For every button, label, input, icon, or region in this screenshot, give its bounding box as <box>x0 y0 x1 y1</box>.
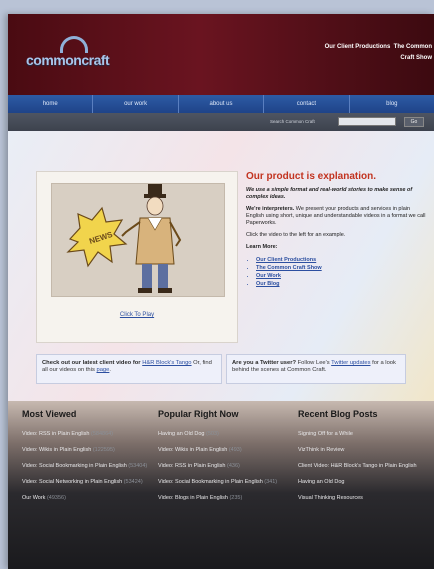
interpreters-lead: We're interpreters. <box>246 206 295 212</box>
search-go-button[interactable]: Go <box>404 117 424 127</box>
client-video-link[interactable]: H&R Block's Tango <box>142 360 191 366</box>
site-footer: Most Viewed Video: RSS in Plain English … <box>8 401 434 569</box>
item-label[interactable]: Video: Social Bookmarking in Plain Engli… <box>158 479 263 485</box>
item-label[interactable]: Our Work <box>22 495 45 501</box>
video-player[interactable]: NEWS Click To Play <box>36 171 238 343</box>
nav-item-contact[interactable]: contact <box>264 95 350 113</box>
nav-item-blog[interactable]: blog <box>350 95 434 113</box>
interpreters-paragraph: We're interpreters. We present your prod… <box>246 206 426 227</box>
main-nav: home our work about us contact blog <box>8 95 434 113</box>
presenter-figure-icon <box>121 184 182 293</box>
all-videos-page-link[interactable]: page <box>96 367 109 373</box>
item-label[interactable]: Video: Wikis in Plain English <box>22 447 91 453</box>
click-hint: Click the video to the left for an examp… <box>246 232 346 238</box>
most-viewed-item[interactable]: Video: Social Bookmarking in Plain Engli… <box>22 462 152 470</box>
blog-post-link[interactable]: Having an Old Dog <box>298 478 428 486</box>
learn-more-our-blog[interactable]: Our Blog <box>256 280 426 288</box>
product-info: Our product is explanation. We use a sim… <box>246 171 426 288</box>
view-count: (584864) <box>91 431 114 437</box>
video-thumbnail[interactable]: NEWS <box>51 183 225 297</box>
blog-post-link[interactable]: Visual Thinking Resources <box>298 494 428 502</box>
header-link-client-productions[interactable]: Our Client Productions <box>325 44 391 50</box>
item-label[interactable]: Video: Blogs in Plain English <box>158 495 228 501</box>
view-count: (122595) <box>92 447 115 453</box>
client-promo-end: . <box>109 367 112 373</box>
paperworks-illustration: NEWS <box>66 184 182 293</box>
learn-more-common-craft-show[interactable]: The Common Craft Show <box>256 264 426 272</box>
item-label[interactable]: Video: RSS in Plain English <box>158 463 225 469</box>
item-label[interactable]: Video: Social Bookmarking in Plain Engli… <box>22 463 127 469</box>
learn-more-list: Our Client Productions The Common Craft … <box>246 256 426 288</box>
learn-more-client-productions[interactable]: Our Client Productions <box>256 256 426 264</box>
most-viewed-title: Most Viewed <box>22 409 77 419</box>
twitter-promo: Are you a Twitter user? Follow Lee's Twi… <box>226 354 406 384</box>
learn-more-title: Learn More: <box>246 244 278 250</box>
recent-blog-title: Recent Blog Posts <box>298 409 378 419</box>
view-count: (493) <box>228 447 242 453</box>
logo-text: commoncraft <box>26 52 110 68</box>
popular-item[interactable]: Video: Blogs in Plain English (235) <box>158 494 288 502</box>
popular-item[interactable]: Video: Wikis in Plain English (493) <box>158 446 288 454</box>
item-label[interactable]: Having an Old Dog <box>158 431 204 437</box>
browser-page: commoncraft Our Client Productions The C… <box>8 14 434 569</box>
view-count: (53404) <box>128 463 148 469</box>
client-promo-lead: Check out our latest client video for <box>42 360 141 366</box>
site-header: commoncraft Our Client Productions The C… <box>8 14 434 95</box>
blog-post-link[interactable]: VizThink in Review <box>298 446 428 454</box>
view-count: (235) <box>229 495 243 501</box>
learn-more-our-work[interactable]: Our Work <box>256 272 426 280</box>
header-links: Our Client Productions The Common Craft … <box>322 42 432 64</box>
most-viewed-column: Most Viewed Video: RSS in Plain English … <box>22 409 152 510</box>
client-video-promo: Check out our latest client video for H&… <box>36 354 222 384</box>
popular-item[interactable]: Video: Social Bookmarking in Plain Engli… <box>158 478 288 486</box>
click-to-play-link[interactable]: Click To Play <box>37 312 237 318</box>
view-count: (53424) <box>123 479 143 485</box>
search-input[interactable] <box>338 117 396 126</box>
item-label[interactable]: Video: Wikis in Plain English <box>158 447 227 453</box>
view-count: (503) <box>206 431 219 437</box>
twitter-promo-lead: Are you a Twitter user? <box>232 360 296 366</box>
nav-item-home[interactable]: home <box>8 95 94 113</box>
item-label[interactable]: Video: RSS in Plain English <box>22 431 89 437</box>
nav-item-our-work[interactable]: our work <box>93 95 179 113</box>
most-viewed-item[interactable]: Video: Wikis in Plain English (122595) <box>22 446 152 454</box>
blog-post-link[interactable]: Client Video: H&R Block's Tango in Plain… <box>298 462 428 470</box>
search-label: Search Common Craft <box>270 119 315 124</box>
view-count: (341) <box>264 479 278 485</box>
nav-item-about-us[interactable]: about us <box>179 95 265 113</box>
most-viewed-item[interactable]: Video: Social Networking in Plain Englis… <box>22 478 152 486</box>
most-viewed-item[interactable]: Our Work (49356) <box>22 494 152 502</box>
twitter-updates-link[interactable]: Twitter updates <box>331 360 370 366</box>
headline: Our product is explanation. <box>246 171 377 182</box>
tagline: We use a simple format and real-world st… <box>246 187 413 200</box>
header-link-common-craft-show[interactable]: The Common Craft Show <box>394 44 432 61</box>
search-bar: Search Common Craft Go <box>8 113 434 131</box>
view-count: (49356) <box>46 495 66 501</box>
logo-mark-icon <box>60 36 88 53</box>
popular-now-column: Popular Right Now Having an Old Dog (503… <box>158 409 288 510</box>
blog-post-link[interactable]: Signing Off for a While <box>298 430 428 438</box>
item-label[interactable]: Video: Social Networking in Plain Englis… <box>22 479 122 485</box>
popular-item[interactable]: Video: RSS in Plain English (436) <box>158 462 288 470</box>
most-viewed-item[interactable]: Video: RSS in Plain English (584864) <box>22 430 152 438</box>
popular-item[interactable]: Having an Old Dog (503) <box>158 430 288 438</box>
twitter-promo-mid: Follow Lee's <box>296 360 332 366</box>
recent-blog-column: Recent Blog Posts Signing Off for a Whil… <box>298 409 428 510</box>
popular-now-title: Popular Right Now <box>158 409 239 419</box>
view-count: (436) <box>227 463 240 469</box>
